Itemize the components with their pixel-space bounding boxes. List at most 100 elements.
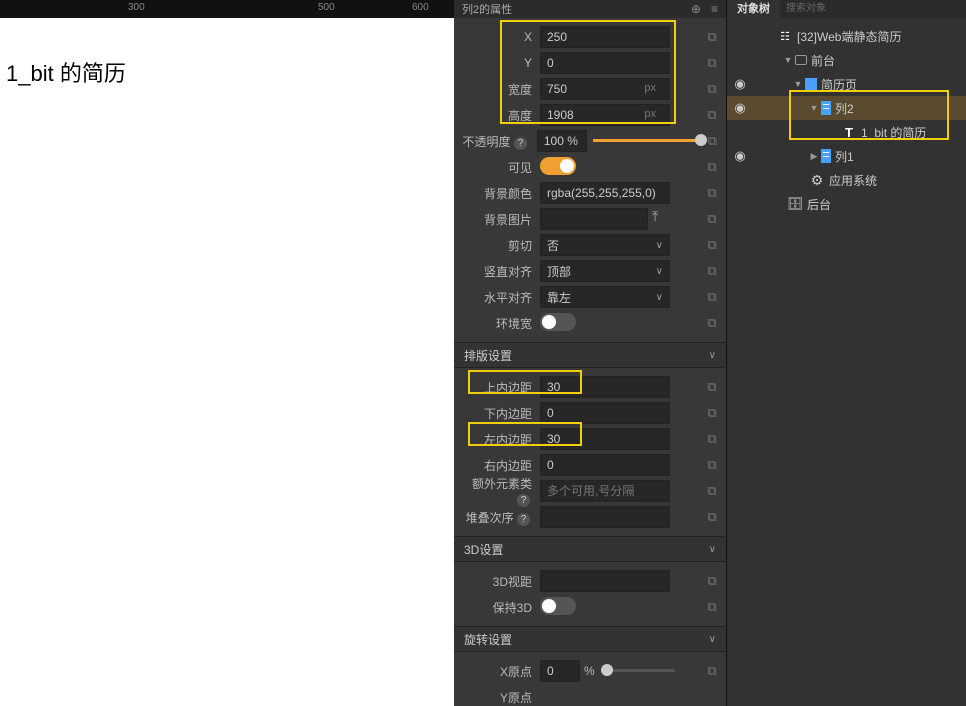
caret-icon[interactable]: ▶ [807,151,821,162]
label-y: Y [458,56,540,70]
copy-icon[interactable]: ⧉ [702,263,722,279]
ruler-tick: 500 [318,2,335,13]
label-3d-persp: 3D视距 [458,573,540,590]
label-halign: 水平对齐 [458,289,540,306]
tree-item-col1[interactable]: ◉ ▶ 列1 [727,144,966,168]
canvas-text-element[interactable]: 1_bit 的简历 [6,56,126,88]
input-x[interactable] [540,26,670,48]
tree-item-page[interactable]: ◉ ▼ 简历页 [727,72,966,96]
input-pl[interactable] [540,428,670,450]
copy-icon[interactable]: ⧉ [702,81,722,97]
input-pb[interactable] [540,402,670,424]
copy-icon[interactable]: ⧉ [702,509,722,525]
copy-icon[interactable]: ⧉ [702,457,722,473]
caret-icon[interactable]: ▼ [791,79,805,89]
label-x: X [458,30,540,44]
toggle-envwidth[interactable] [540,313,576,331]
copy-icon[interactable]: ⧉ [702,663,722,679]
visibility-icon[interactable]: ◉ [731,148,749,164]
copy-icon[interactable]: ⧉ [702,289,722,305]
input-bgimg[interactable] [540,208,648,230]
visibility-icon[interactable]: ◉ [731,76,749,92]
label-pt: 上内边距 [458,379,540,396]
help-icon[interactable]: ? [514,137,527,150]
copy-icon[interactable]: ⧉ [702,379,722,395]
copy-icon[interactable]: ⧉ [702,55,722,71]
select-valign[interactable]: 顶部∨ [540,260,670,282]
page-icon [805,78,817,91]
label-width: 宽度 [458,81,540,98]
canvas[interactable]: 300 500 600 1_bit 的简历 [0,0,454,706]
tree-item-frontend[interactable]: ▼ 前台 [727,48,966,72]
copy-icon[interactable]: ⧉ [702,237,722,253]
copy-icon[interactable]: ⧉ [702,431,722,447]
input-bgcolor[interactable] [540,182,670,204]
label-pb: 下内边距 [458,405,540,422]
copy-icon[interactable]: ⧉ [702,159,722,175]
server-icon: 🗄 [787,197,803,212]
section-rotation[interactable]: 旋转设置∨ [454,626,726,652]
tree-item-system[interactable]: ⚙ 应用系统 [727,168,966,192]
menu-icon[interactable]: ≡ [711,2,718,16]
label-stack: 堆叠次序 ? [458,509,540,526]
input-y[interactable] [540,52,670,74]
search-objects-input[interactable]: 搜索对象 [780,0,966,18]
label-keep3d: 保持3D [458,599,540,616]
tree-item-text[interactable]: T 1_bit 的简历 [727,120,966,144]
input-extra[interactable] [540,480,670,502]
caret-icon[interactable]: ▼ [807,103,821,113]
copy-icon[interactable]: ⧉ [702,483,722,499]
copy-icon[interactable]: ⧉ [702,405,722,421]
input-stack[interactable] [540,506,670,528]
copy-icon[interactable]: ⧉ [702,29,722,45]
pin-icon[interactable]: ⊕ [691,2,701,16]
label-pl: 左内边距 [458,431,540,448]
tree-item-col2[interactable]: ◉ ▼ 列2 [727,96,966,120]
upload-icon[interactable]: ⤒ [652,208,658,230]
chevron-down-icon: ∨ [709,544,716,555]
input-xorigin[interactable] [540,660,580,682]
label-height: 高度 [458,107,540,124]
gear-icon: ⚙ [809,173,825,188]
copy-icon[interactable]: ⧉ [702,573,722,589]
copy-icon[interactable]: ⧉ [702,107,722,123]
input-pt[interactable] [540,376,670,398]
select-halign[interactable]: 靠左∨ [540,286,670,308]
copy-icon[interactable]: ⧉ [702,315,722,331]
copy-icon[interactable]: ⧉ [702,211,722,227]
text-icon: T [841,125,857,140]
ruler-horizontal: 300 500 600 [0,0,454,18]
toggle-visible[interactable] [540,157,576,175]
ruler-tick: 600 [412,2,429,13]
input-3d-persp[interactable] [540,570,670,592]
opacity-slider[interactable] [593,139,703,142]
input-opacity[interactable] [537,130,587,152]
label-pr: 右内边距 [458,457,540,474]
label-bgcolor: 背景颜色 [458,185,540,202]
copy-icon[interactable]: ⧉ [702,599,722,615]
label-bgimg: 背景图片 [458,211,540,228]
chevron-down-icon: ∨ [709,350,716,361]
help-icon[interactable]: ? [517,513,530,526]
select-clip[interactable]: 否∨ [540,234,670,256]
label-envwidth: 环境宽 [458,315,540,332]
copy-icon[interactable]: ⧉ [702,185,722,201]
properties-panel: 列2的属性 ⊕ ≡ ⇅ X ⧉ Y ⧉ 宽度 px ⧉ 高度 px ⧉ [454,0,726,706]
tab-object-tree[interactable]: 对象树 [727,0,780,18]
toggle-keep3d[interactable] [540,597,576,615]
ruler-tick: 300 [128,2,145,13]
section-3d[interactable]: 3D设置∨ [454,536,726,562]
column-icon [821,149,831,163]
section-layout[interactable]: 排版设置∨ [454,342,726,368]
canvas-content[interactable]: 1_bit 的简历 [0,18,454,706]
xorigin-slider[interactable] [605,669,675,672]
tree-item-project[interactable]: ☷ [32]Web端静态简历 [727,24,966,48]
input-pr[interactable] [540,454,670,476]
panel-title: 列2的属性 [462,1,691,17]
label-xorigin: X原点 [458,663,540,680]
tree-item-backend[interactable]: 🗄 后台 [727,192,966,216]
caret-icon[interactable]: ▼ [781,55,795,65]
label-extra: 额外元素类 ? [458,475,540,507]
visibility-icon[interactable]: ◉ [731,100,749,116]
device-icon [795,55,807,65]
